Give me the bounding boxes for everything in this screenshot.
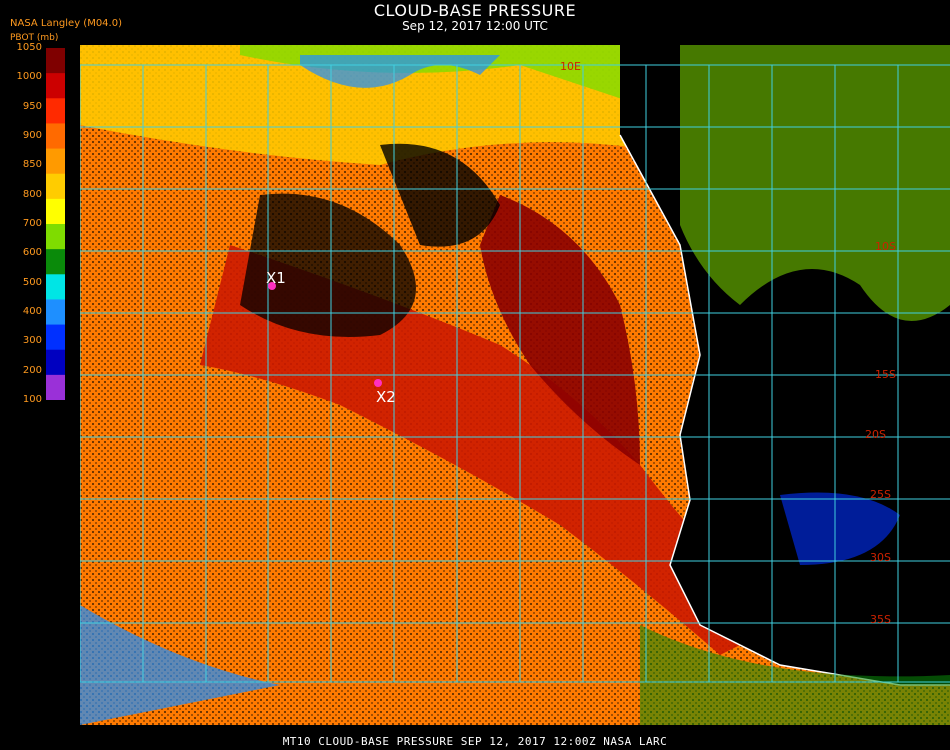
marker-x2-label: X2 bbox=[376, 388, 396, 406]
footer-caption: MT10 CLOUD-BASE PRESSURE SEP 12, 2017 12… bbox=[282, 735, 668, 748]
colorbar-tick-label: 1050 bbox=[16, 42, 42, 53]
marker-x1[interactable]: X1 bbox=[266, 269, 286, 290]
colorbar-swatch bbox=[46, 48, 65, 74]
colorbar-swatch bbox=[46, 98, 65, 124]
colorbar-swatch bbox=[46, 349, 65, 376]
colorbar-tick-label: 100 bbox=[22, 394, 42, 405]
marker-x2-dot bbox=[374, 379, 382, 387]
latitude-label: 30S bbox=[870, 551, 891, 564]
colorbar-tick-label: 700 bbox=[22, 218, 42, 229]
colorbar-tick-label: 950 bbox=[22, 100, 42, 112]
colorbar-tick-label: 900 bbox=[22, 130, 42, 141]
colorbar-tick-label: 800 bbox=[22, 188, 42, 200]
colorbar-tick-label: 200 bbox=[22, 364, 42, 376]
colorbar-swatch bbox=[46, 148, 65, 175]
chart-subtitle: Sep 12, 2017 12:00 UTC bbox=[402, 19, 548, 33]
latitude-label: 25S bbox=[870, 488, 891, 501]
latitude-label: 20S bbox=[865, 428, 886, 441]
colorbar-swatch bbox=[46, 299, 65, 326]
cloud-base-map[interactable]: 10S 15S 20S 25S 30S 35S 10E X1 X2 bbox=[80, 45, 950, 725]
colorbar-tick-label: 500 bbox=[22, 276, 42, 288]
colorbar-tick-label: 600 bbox=[22, 247, 42, 259]
provider-label: NASA Langley (M04.0) bbox=[10, 18, 122, 29]
marker-x1-label: X1 bbox=[266, 269, 286, 287]
colorbar-swatch bbox=[46, 374, 65, 400]
colorbar-swatch bbox=[46, 324, 65, 351]
colorbar-swatch bbox=[46, 249, 65, 275]
latitude-label: 35S bbox=[870, 613, 891, 626]
latitude-label: 15S bbox=[875, 368, 896, 381]
chart-title: CLOUD-BASE PRESSURE bbox=[373, 1, 577, 20]
colorbar-swatch bbox=[46, 198, 65, 225]
latitude-label: 10E bbox=[560, 60, 581, 73]
colorbar-swatch bbox=[46, 73, 65, 99]
colorbar-tick-label: 1000 bbox=[16, 71, 42, 83]
colorbar-tick-label: 300 bbox=[22, 335, 42, 347]
latitude-label: 10S bbox=[875, 240, 896, 253]
colorbar-swatch bbox=[46, 123, 65, 150]
colorbar-tick-label: 400 bbox=[22, 306, 42, 317]
colorbar bbox=[46, 48, 65, 400]
colorbar-swatch bbox=[46, 224, 65, 250]
colorbar-tick-label: 850 bbox=[22, 159, 42, 171]
colorbar-swatch bbox=[46, 274, 65, 300]
colorbar-swatch bbox=[46, 173, 65, 200]
